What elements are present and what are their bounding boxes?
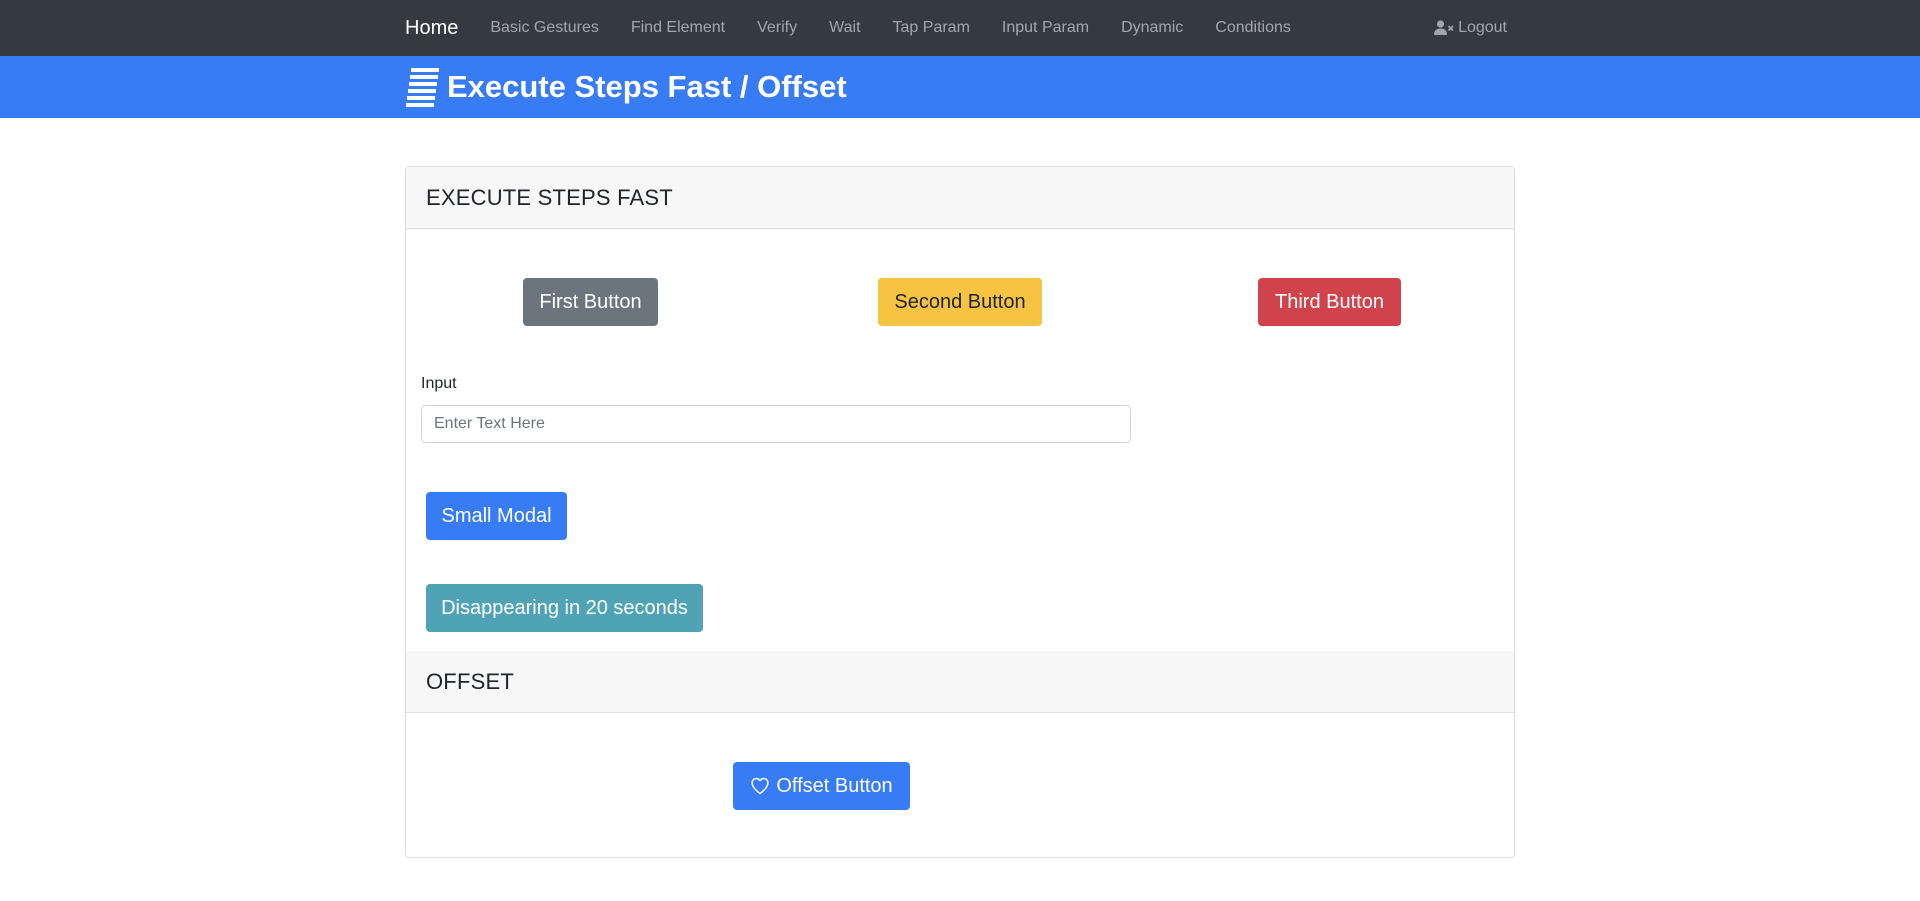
offset-button-label: Offset Button [776, 774, 893, 797]
nav-link-input-param[interactable]: Input Param [1002, 19, 1089, 37]
nav-link-dynamic[interactable]: Dynamic [1121, 19, 1183, 37]
third-button[interactable]: Third Button [1258, 278, 1401, 326]
main-card: EXECUTE STEPS FAST First Button Second B… [405, 166, 1515, 858]
nav-link-conditions[interactable]: Conditions [1215, 19, 1291, 37]
small-modal-button[interactable]: Small Modal [426, 492, 567, 540]
nav-home-link[interactable]: Home [405, 17, 458, 40]
nav-link-tap-param[interactable]: Tap Param [893, 19, 970, 37]
second-button[interactable]: Second Button [878, 278, 1042, 326]
top-navbar: Home Basic Gestures Find Element Verify … [0, 0, 1920, 56]
offset-header: OFFSET [406, 651, 1514, 713]
text-input[interactable] [421, 405, 1131, 443]
input-label: Input [421, 375, 457, 392]
user-x-icon [1434, 20, 1454, 35]
first-button[interactable]: First Button [523, 278, 658, 326]
page-title: Execute Steps Fast / Offset [447, 69, 847, 104]
hero-container: Execute Steps Fast / Offset [403, 56, 847, 118]
execute-steps-fast-header: EXECUTE STEPS FAST [406, 167, 1514, 229]
logout-link[interactable]: Logout [1434, 19, 1507, 37]
navbar-container: Home Basic Gestures Find Element Verify … [405, 0, 1515, 56]
nav-link-find-element[interactable]: Find Element [631, 19, 725, 37]
execute-steps-fast-title: EXECUTE STEPS FAST [426, 184, 673, 210]
disappearing-button[interactable]: Disappearing in 20 seconds [426, 584, 703, 632]
heart-outline-icon [751, 777, 769, 795]
logout-label: Logout [1458, 19, 1507, 36]
offset-button[interactable]: Offset Button [733, 762, 910, 810]
nav-link-verify[interactable]: Verify [757, 19, 797, 37]
stack-lines-icon [406, 68, 439, 107]
nav-link-basic-gestures[interactable]: Basic Gestures [490, 19, 598, 37]
nav-link-wait[interactable]: Wait [829, 19, 860, 37]
offset-title: OFFSET [426, 668, 514, 694]
page-hero: Execute Steps Fast / Offset [0, 56, 1920, 118]
